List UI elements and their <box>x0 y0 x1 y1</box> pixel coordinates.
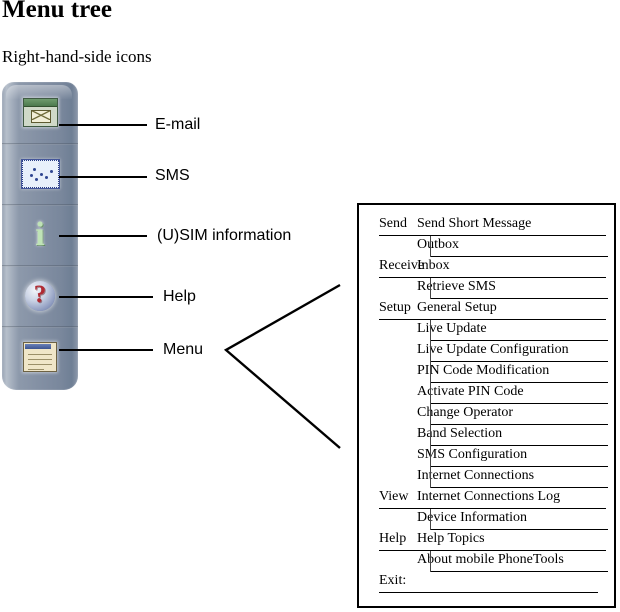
email-icon-envelope <box>30 110 51 123</box>
menu-tree-item[interactable]: Change Operator <box>411 404 614 421</box>
menu-tree-indent-tick <box>430 509 431 530</box>
label-menu: Menu <box>163 341 204 358</box>
label-email: E-mail <box>155 116 201 133</box>
menu-tree-row[interactable]: View Internet Connections Log <box>359 488 614 509</box>
menu-tree-row-rule <box>379 592 598 593</box>
menu-tree-item[interactable]: Retrieve SMS <box>411 278 614 295</box>
menu-tree-row[interactable]: PIN Code Modification <box>359 362 614 383</box>
menu-tree-row[interactable]: Exit: <box>359 572 614 593</box>
menu-tree-indent-tick <box>430 320 431 341</box>
label-help: Help <box>163 288 196 305</box>
menu-tree-row[interactable]: SMS Configuration <box>359 446 614 467</box>
help-icon <box>25 279 55 311</box>
menu-tree-indent-tick <box>430 446 431 467</box>
usim-information-icon: i <box>35 215 45 253</box>
menu-tree-category: Setup <box>379 300 411 315</box>
menu-tree-row[interactable]: Setup General Setup <box>359 299 614 320</box>
menu-tree-row[interactable]: Send Send Short Message <box>359 215 614 236</box>
menu-tree-row[interactable]: Live Update Configuration <box>359 341 614 362</box>
menu-tree-indent-tick <box>430 236 431 257</box>
menu-tree-item[interactable]: SMS Configuration <box>411 446 614 463</box>
menu-tree-item[interactable]: Outbox <box>411 236 614 253</box>
menu-tree-row[interactable]: About mobile PhoneTools <box>359 551 614 572</box>
menu-tree-category: Exit: <box>379 573 407 588</box>
toolbar-button-sms[interactable] <box>2 143 78 204</box>
menu-tree-indent-tick <box>430 404 431 425</box>
menu-tree-row[interactable]: Device Information <box>359 509 614 530</box>
menu-tree-item[interactable]: Live Update <box>411 320 614 337</box>
menu-tree-item[interactable]: Help Topics <box>411 530 614 547</box>
fork-connector <box>223 283 341 449</box>
leader-line-menu <box>59 349 153 351</box>
menu-tree-item[interactable]: Live Update Configuration <box>411 341 614 358</box>
menu-tree-indent-tick <box>430 467 431 488</box>
menu-tree-category: Help <box>379 531 407 546</box>
menu-tree-item[interactable]: Device Information <box>411 509 614 526</box>
menu-tree-item[interactable]: Band Selection <box>411 425 614 442</box>
toolbar-button-menu[interactable] <box>2 326 78 387</box>
menu-tree-category: View <box>379 489 409 504</box>
menu-tree-indent-tick <box>430 425 431 446</box>
menu-tree-indent-tick <box>430 341 431 362</box>
leader-line-usim-information <box>59 235 147 237</box>
menu-tree-item[interactable]: Send Short Message <box>411 215 614 232</box>
leader-line-email <box>59 124 147 126</box>
leader-line-sms <box>59 176 147 178</box>
page-subtitle: Right-hand-side icons <box>2 47 152 66</box>
menu-tree-row[interactable]: Outbox <box>359 236 614 257</box>
menu-tree-row[interactable]: Retrieve SMS <box>359 278 614 299</box>
menu-icon-titlebar <box>25 343 51 349</box>
menu-tree-row[interactable]: Help Help Topics <box>359 530 614 551</box>
menu-icon <box>23 341 57 372</box>
sms-icon <box>20 158 60 189</box>
menu-tree-item[interactable]: General Setup <box>411 299 614 316</box>
menu-tree-row[interactable]: Change Operator <box>359 404 614 425</box>
menu-tree-row[interactable]: Band Selection <box>359 425 614 446</box>
leader-line-help <box>59 296 153 298</box>
menu-tree-row[interactable]: Live Update <box>359 320 614 341</box>
menu-tree-item[interactable]: Inbox <box>411 257 614 274</box>
label-sms: SMS <box>155 167 190 184</box>
menu-tree-item[interactable]: PIN Code Modification <box>411 362 614 379</box>
menu-tree-panel: Send Send Short Message Outbox Receive Inbox… <box>357 203 616 608</box>
toolbar-button-email[interactable] <box>2 82 78 143</box>
menu-tree-item[interactable]: About mobile PhoneTools <box>411 551 614 568</box>
menu-tree-indent-tick <box>430 278 431 299</box>
menu-tree-category: Receive <box>379 258 425 273</box>
menu-tree-item[interactable]: Internet Connections <box>411 467 614 484</box>
menu-tree-row[interactable]: Activate PIN Code <box>359 383 614 404</box>
menu-tree-row[interactable]: Receive Inbox <box>359 257 614 278</box>
menu-tree-indent-tick <box>430 551 431 572</box>
menu-tree-rows: Send Send Short Message Outbox Receive Inbox… <box>359 215 614 593</box>
email-icon <box>22 98 58 127</box>
menu-tree-item[interactable]: Activate PIN Code <box>411 383 614 400</box>
label-usim-information: (U)SIM information <box>157 227 292 244</box>
menu-tree-item[interactable]: Internet Connections Log <box>411 488 614 505</box>
email-icon-titlebar <box>23 99 57 107</box>
menu-tree-category: Send <box>379 216 407 231</box>
menu-tree-row[interactable]: Internet Connections <box>359 467 614 488</box>
menu-tree-indent-tick <box>430 383 431 404</box>
page-title: Menu tree <box>2 0 112 23</box>
menu-tree-indent-tick <box>430 362 431 383</box>
